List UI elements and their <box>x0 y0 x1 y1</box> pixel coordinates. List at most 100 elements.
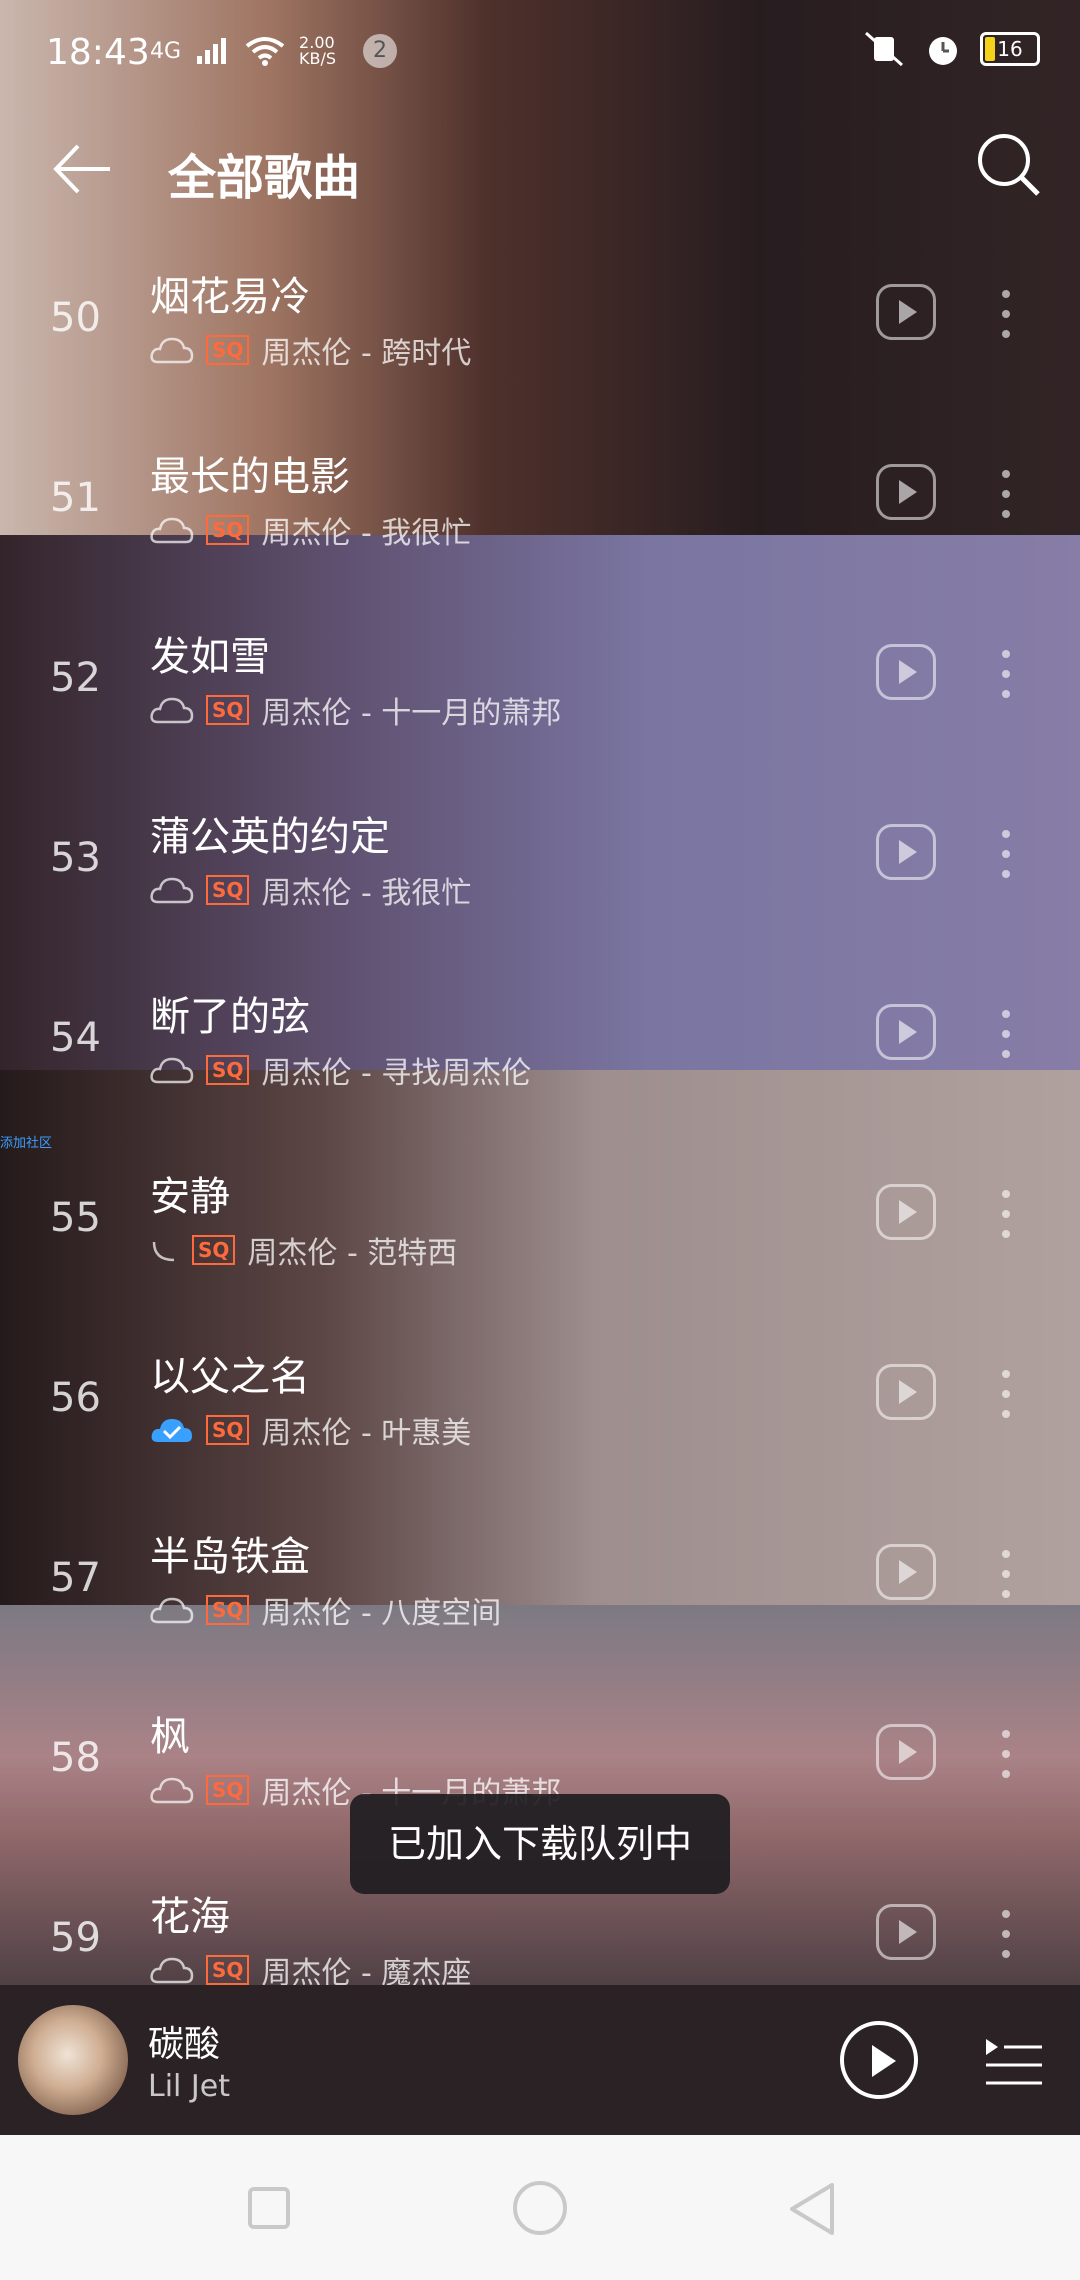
cloud-icon <box>150 877 194 904</box>
song-name: 半岛铁盒 <box>150 1534 310 1580</box>
side-label[interactable]: 添加社区 <box>0 1132 52 1151</box>
song-index: 55 <box>50 1195 101 1241</box>
song-row[interactable]: 50 烟花易冷 SQ 周杰伦 - 跨时代 <box>0 240 1080 420</box>
cloud-icon <box>150 1957 194 1984</box>
play-button[interactable] <box>876 1184 936 1240</box>
song-row[interactable]: 52 发如雪 SQ 周杰伦 - 十一月的萧邦 <box>0 600 1080 780</box>
sq-badge: SQ <box>206 1055 250 1085</box>
song-row[interactable]: 51 最长的电影 SQ 周杰伦 - 我很忙 <box>0 420 1080 600</box>
play-icon <box>899 480 917 504</box>
now-playing-artist: Lil Jet <box>148 2069 230 2104</box>
song-artist-album: 周杰伦 - 八度空间 <box>261 1596 502 1631</box>
play-button[interactable] <box>876 1544 936 1600</box>
play-icon <box>899 300 917 324</box>
song-artist-album: 周杰伦 - 十一月的萧邦 <box>261 696 562 731</box>
play-icon <box>899 1020 917 1044</box>
mini-player[interactable]: 碳酸 Lil Jet <box>0 1985 1080 2135</box>
nav-back-icon[interactable] <box>784 2179 844 2239</box>
song-index: 56 <box>50 1375 101 1421</box>
cloud-check-icon <box>151 1419 192 1442</box>
sq-badge: SQ <box>206 695 250 725</box>
play-button[interactable] <box>876 824 936 880</box>
album-cover[interactable] <box>18 2005 128 2115</box>
more-options-icon[interactable] <box>996 470 1016 530</box>
play-button[interactable] <box>876 1004 936 1060</box>
play-button[interactable] <box>876 284 936 340</box>
song-meta: SQ 周杰伦 - 我很忙 <box>150 508 471 552</box>
play-button[interactable] <box>876 1724 936 1780</box>
recent-apps-button[interactable] <box>248 2187 290 2229</box>
more-options-icon[interactable] <box>996 1730 1016 1790</box>
cloud-icon <box>150 1777 194 1804</box>
play-icon <box>899 660 917 684</box>
song-index: 50 <box>50 295 101 341</box>
status-left-icons: 4G 2.00 KB/S 2 <box>150 33 398 68</box>
header: 全部歌曲 <box>0 110 1080 240</box>
sq-badge: SQ <box>206 875 250 905</box>
more-options-icon[interactable] <box>996 1190 1016 1250</box>
play-icon <box>872 2045 896 2077</box>
alarm-icon <box>929 37 957 65</box>
player-play-button[interactable] <box>840 2021 918 2099</box>
more-options-icon[interactable] <box>996 1550 1016 1610</box>
back-arrow-icon[interactable] <box>48 134 118 204</box>
loading-icon <box>152 1241 175 1262</box>
song-row[interactable]: 54 断了的弦 SQ 周杰伦 - 寻找周杰伦 <box>0 960 1080 1140</box>
more-options-icon[interactable] <box>996 1910 1016 1970</box>
sq-badge: SQ <box>206 515 250 545</box>
status-time: 18:43 <box>46 32 150 73</box>
play-button[interactable] <box>876 464 936 520</box>
more-options-icon[interactable] <box>996 1010 1016 1070</box>
play-button[interactable] <box>876 644 936 700</box>
sq-badge: SQ <box>192 1235 236 1265</box>
cloud-icon <box>150 1597 194 1624</box>
song-artist-album: 周杰伦 - 寻找周杰伦 <box>261 1056 532 1091</box>
song-meta: SQ 周杰伦 - 十一月的萧邦 <box>150 688 561 732</box>
song-row[interactable]: 56 以父之名 SQ 周杰伦 - 叶惠美 <box>0 1320 1080 1500</box>
song-name: 最长的电影 <box>150 454 350 500</box>
sq-badge: SQ <box>206 1955 250 1985</box>
play-button[interactable] <box>876 1364 936 1420</box>
song-name: 发如雪 <box>150 634 270 680</box>
more-options-icon[interactable] <box>996 290 1016 350</box>
more-options-icon[interactable] <box>996 830 1016 890</box>
song-meta: SQ 周杰伦 - 寻找周杰伦 <box>150 1048 531 1092</box>
page-title: 全部歌曲 <box>168 150 361 206</box>
more-options-icon[interactable] <box>996 650 1016 710</box>
song-name: 蒲公英的约定 <box>150 814 390 860</box>
song-index: 54 <box>50 1015 101 1061</box>
song-name: 以父之名 <box>150 1354 310 1400</box>
status-bar: 18:43 4G 2.00 KB/S 2 16 <box>0 0 1080 110</box>
status-right-icons: 16 <box>862 30 1040 68</box>
toast-message: 已加入下载队列中 <box>350 1794 730 1894</box>
play-icon <box>899 840 917 864</box>
song-name: 烟花易冷 <box>150 274 310 320</box>
signal-icon <box>197 38 227 64</box>
network-speed: 2.00 KB/S <box>299 33 337 68</box>
wifi-icon <box>245 37 285 66</box>
cloud-icon <box>150 337 194 364</box>
search-icon[interactable] <box>974 130 1044 200</box>
more-options-icon[interactable] <box>996 1370 1016 1430</box>
song-index: 53 <box>50 835 101 881</box>
cloud-icon <box>150 1057 194 1084</box>
play-button[interactable] <box>876 1904 936 1960</box>
system-nav-bar <box>0 2135 1080 2280</box>
song-name: 花海 <box>150 1894 230 1940</box>
notification-count-badge: 2 <box>363 34 398 68</box>
song-artist-album: 周杰伦 - 范特西 <box>247 1236 458 1271</box>
song-row[interactable]: 55 安静 SQ 周杰伦 - 范特西 <box>0 1140 1080 1320</box>
battery-icon: 16 <box>980 32 1040 66</box>
song-artist-album: 周杰伦 - 叶惠美 <box>261 1416 472 1451</box>
home-button[interactable] <box>513 2181 567 2235</box>
network-type: 4G <box>150 38 182 64</box>
battery-level: 16 <box>997 37 1023 61</box>
song-row[interactable]: 53 蒲公英的约定 SQ 周杰伦 - 我很忙 <box>0 780 1080 960</box>
song-row[interactable]: 57 半岛铁盒 SQ 周杰伦 - 八度空间 <box>0 1500 1080 1680</box>
sq-badge: SQ <box>206 1595 250 1625</box>
sq-badge: SQ <box>206 1415 250 1445</box>
song-meta: SQ 周杰伦 - 范特西 <box>150 1228 457 1272</box>
playlist-queue-icon[interactable] <box>984 2033 1044 2093</box>
play-icon <box>899 1200 917 1224</box>
cloud-icon <box>150 517 194 544</box>
